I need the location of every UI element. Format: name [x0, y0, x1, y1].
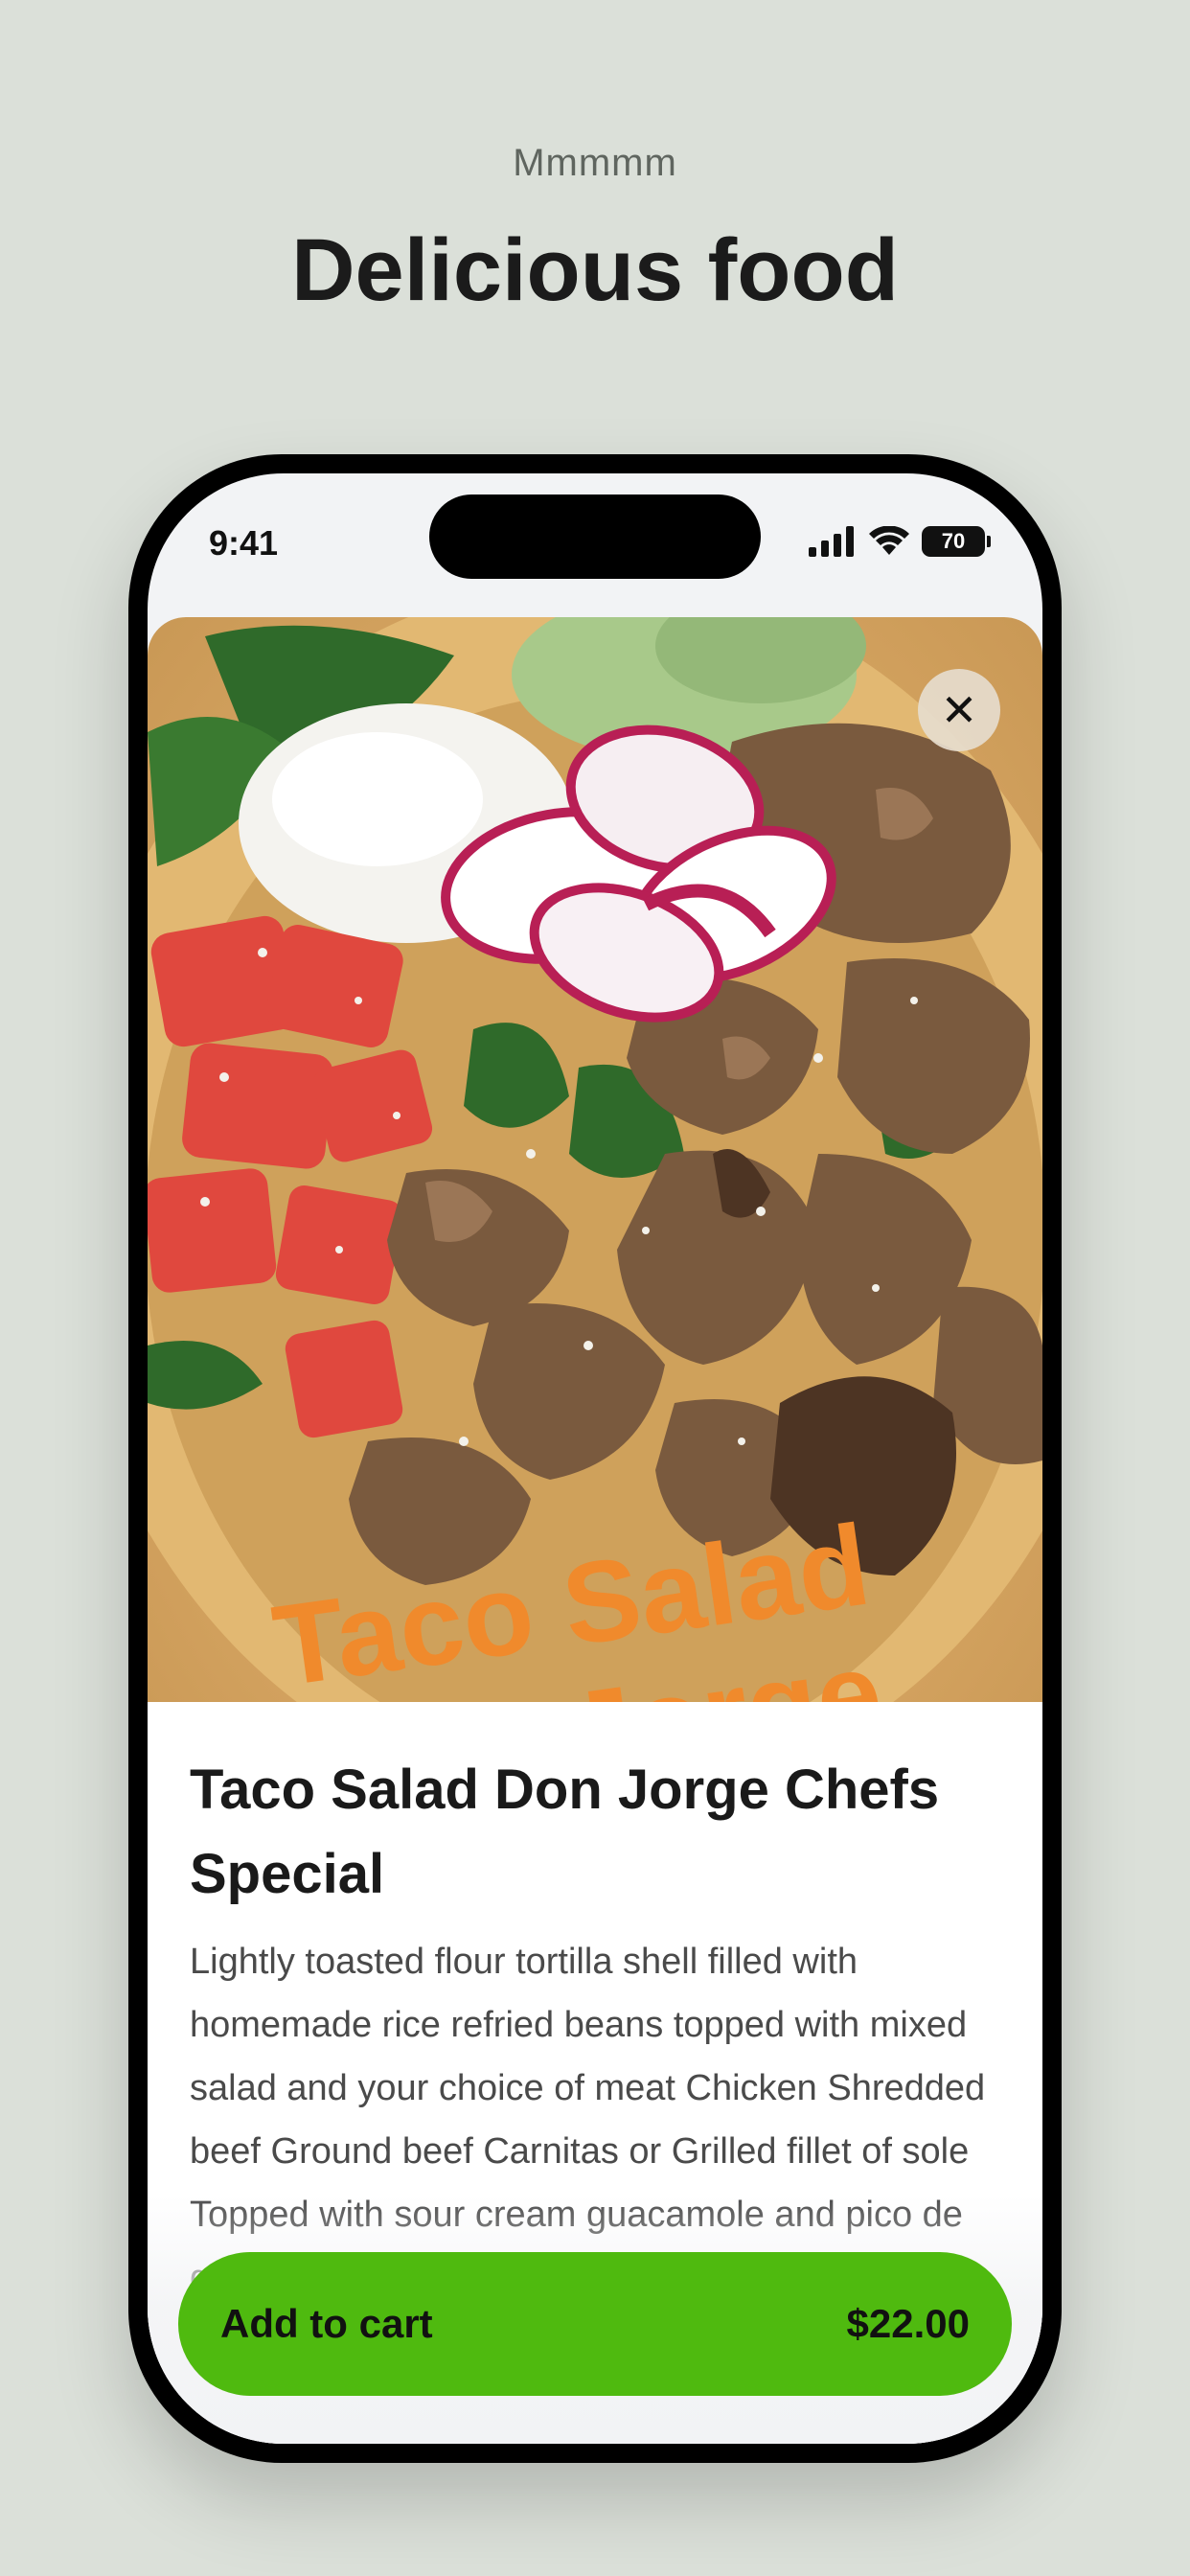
item-title: Taco Salad Don Jorge Chefs Special: [190, 1759, 940, 1905]
page-kicker: Mmmmm: [513, 142, 677, 184]
battery-level: 70: [941, 529, 966, 553]
battery-icon: 70: [922, 526, 991, 557]
add-to-cart-button[interactable]: Add to cart $22.00: [178, 2252, 1012, 2396]
close-button[interactable]: ✕: [918, 669, 1000, 751]
wifi-icon: [869, 526, 909, 555]
status-time: 9:41: [209, 523, 279, 563]
dynamic-island: [429, 494, 761, 579]
page-headline: Delicious food: [291, 221, 899, 319]
status-bar: 9:41 70: [148, 473, 1042, 617]
food-photo-illustration: Taco Salad Jorge: [148, 617, 1042, 1702]
phone-screen: 9:41 70 Taco Salad ✕ Taco Salad Don Jorg…: [148, 473, 1042, 2444]
add-to-cart-label: Add to cart: [220, 2301, 433, 2346]
food-detail-sheet: Taco Salad Jorge ✕ Taco Salad Don Jorge …: [148, 617, 1042, 2444]
close-icon: ✕: [940, 685, 978, 735]
cellular-signal-icon: [809, 526, 854, 557]
cart-price: $22.00: [846, 2301, 970, 2346]
food-photo: Taco Salad Jorge ✕: [148, 617, 1042, 1702]
phone-frame: 9:41 70 Taco Salad ✕ Taco Salad Don Jorg…: [128, 454, 1062, 2463]
status-icons: 70: [809, 526, 991, 557]
